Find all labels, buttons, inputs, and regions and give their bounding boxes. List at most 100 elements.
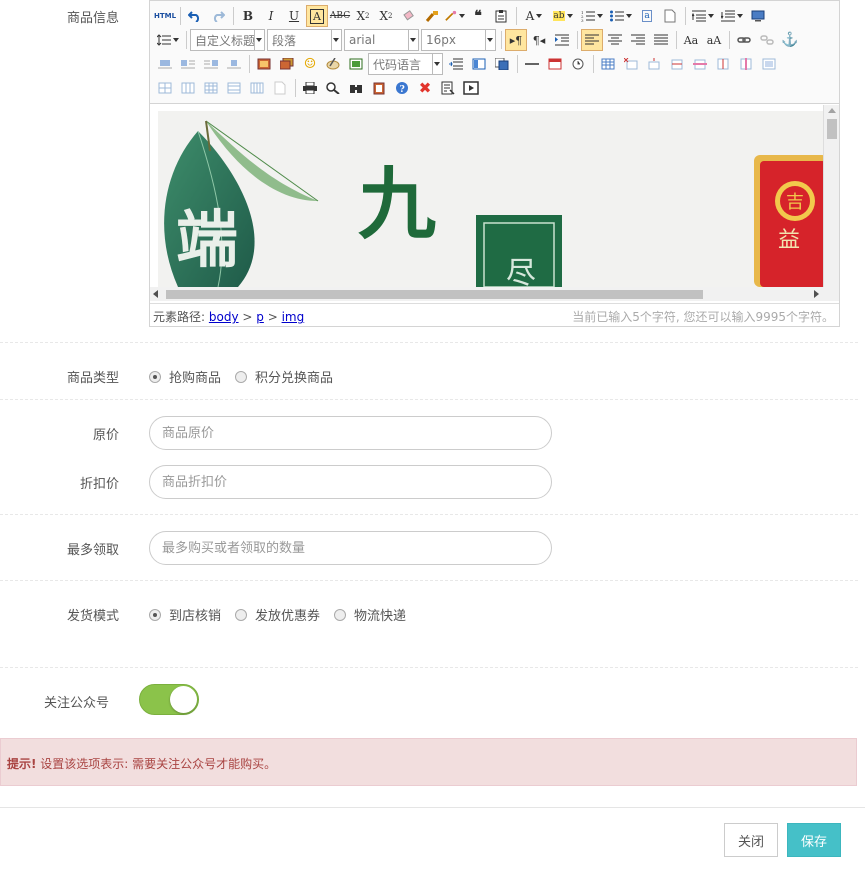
unordered-list-icon[interactable] (607, 5, 635, 27)
image-none-icon[interactable] (154, 53, 176, 75)
delete-table-icon[interactable] (620, 53, 642, 75)
line-height-icon[interactable] (154, 29, 182, 51)
video-icon[interactable] (460, 77, 482, 99)
redo-icon[interactable] (207, 5, 229, 27)
path-body-link[interactable]: body (209, 310, 239, 324)
follow-account-toggle[interactable] (139, 684, 199, 715)
paste-icon[interactable] (269, 77, 291, 99)
original-price-input[interactable] (149, 416, 552, 450)
merge-right-icon[interactable] (154, 77, 176, 99)
editor-vertical-scrollbar[interactable] (823, 105, 839, 287)
paragraph-select[interactable]: 段落 (267, 29, 342, 51)
row-spacing-bottom-icon[interactable] (718, 5, 746, 27)
bold-icon[interactable]: B (237, 5, 259, 27)
row-spacing-top-icon[interactable] (689, 5, 717, 27)
horizontal-rule-icon[interactable] (521, 53, 543, 75)
indent-icon[interactable] (551, 29, 573, 51)
discount-price-input[interactable] (149, 465, 552, 499)
split-rows-icon[interactable] (223, 77, 245, 99)
rich-text-editor[interactable]: HTML B I U A ABC X2 X2 ❝ A ab 123 a 自定义标… (149, 0, 840, 327)
editor-horizontal-scrollbar[interactable] (150, 287, 839, 301)
scroll-up-icon[interactable] (828, 108, 836, 113)
auto-format-icon[interactable] (444, 5, 466, 27)
image-left-icon[interactable] (177, 53, 199, 75)
background-icon[interactable] (491, 53, 513, 75)
font-border-icon[interactable]: A (306, 5, 328, 27)
lowercase-icon[interactable]: aA (703, 29, 725, 51)
underline-icon[interactable]: U (283, 5, 305, 27)
superscript-icon[interactable]: X2 (352, 5, 374, 27)
save-button[interactable]: 保存 (787, 823, 841, 857)
uppercase-icon[interactable]: Aa (680, 29, 702, 51)
scroll-right-icon[interactable] (814, 290, 819, 298)
split-cols-icon[interactable] (246, 77, 268, 99)
max-claim-input[interactable] (149, 531, 552, 565)
insert-frame-icon[interactable] (345, 53, 367, 75)
insert-col-icon[interactable] (712, 53, 734, 75)
insert-table-icon[interactable] (597, 53, 619, 75)
code-language-select[interactable]: 代码语言 (368, 53, 443, 75)
path-img-link[interactable]: img (282, 310, 305, 324)
html-source-button[interactable]: HTML (154, 5, 176, 27)
heading-select[interactable]: 自定义标题 (190, 29, 265, 51)
insert-para-before-table-icon[interactable] (643, 53, 665, 75)
image-center-icon[interactable] (223, 53, 245, 75)
scrawl-icon[interactable] (322, 53, 344, 75)
unlink-icon[interactable] (756, 29, 778, 51)
italic-icon[interactable]: I (260, 5, 282, 27)
insert-image-icon[interactable] (253, 53, 275, 75)
align-justify-icon[interactable] (650, 29, 672, 51)
goods-type-points-radio[interactable]: 积分兑换商品 (235, 367, 333, 386)
highlight-color-icon[interactable]: ab (549, 5, 577, 27)
select-all-icon[interactable]: a (636, 5, 658, 27)
ordered-list-icon[interactable]: 123 (578, 5, 606, 27)
delete-row-icon[interactable] (689, 53, 711, 75)
align-right-icon[interactable] (627, 29, 649, 51)
rtl-direction-icon[interactable]: ¶◂ (528, 29, 550, 51)
editor-content-area[interactable]: 九 端 尽 吉 益 (150, 105, 839, 287)
eraser-icon[interactable] (398, 5, 420, 27)
split-cells-icon[interactable] (200, 77, 222, 99)
multi-image-icon[interactable] (276, 53, 298, 75)
form-edit-icon[interactable] (437, 77, 459, 99)
merge-down-icon[interactable] (177, 77, 199, 99)
align-left-icon[interactable] (581, 29, 603, 51)
align-center-icon[interactable] (604, 29, 626, 51)
subscript-icon[interactable]: X2 (375, 5, 397, 27)
undo-icon[interactable] (184, 5, 206, 27)
search-replace-icon[interactable] (345, 77, 367, 99)
merge-cells-icon[interactable] (758, 53, 780, 75)
font-family-select[interactable]: arial (344, 29, 419, 51)
delivery-coupon-radio[interactable]: 发放优惠券 (235, 605, 320, 624)
font-size-select[interactable]: 16px (421, 29, 496, 51)
scroll-left-icon[interactable] (153, 290, 158, 298)
preview-icon[interactable] (322, 77, 344, 99)
blockquote-icon[interactable]: ❝ (467, 5, 489, 27)
insert-row-icon[interactable] (666, 53, 688, 75)
close-button[interactable]: 关闭 (724, 823, 778, 857)
ltr-direction-icon[interactable]: ▸¶ (505, 29, 527, 51)
delivery-store-pickup-radio[interactable]: 到店核销 (149, 605, 221, 624)
delivery-express-radio[interactable]: 物流快递 (334, 605, 406, 624)
fullscreen-icon[interactable] (747, 5, 769, 27)
goods-type-flash-sale-radio[interactable]: 抢购商品 (149, 367, 221, 386)
paste-plain-icon[interactable] (490, 5, 512, 27)
template-icon[interactable] (468, 53, 490, 75)
date-icon[interactable] (544, 53, 566, 75)
xiumi-icon[interactable]: ✖ (414, 77, 436, 99)
clear-doc-icon[interactable] (659, 5, 681, 27)
page-break-icon[interactable] (445, 53, 467, 75)
delete-col-icon[interactable] (735, 53, 757, 75)
image-right-icon[interactable] (200, 53, 222, 75)
strikethrough-icon[interactable]: ABC (329, 5, 351, 27)
print-icon[interactable] (299, 77, 321, 99)
anchor-icon[interactable]: ⚓ (779, 29, 801, 51)
time-icon[interactable] (567, 53, 589, 75)
font-color-icon[interactable]: A (520, 5, 548, 27)
drafts-icon[interactable] (368, 77, 390, 99)
link-icon[interactable] (733, 29, 755, 51)
format-brush-icon[interactable] (421, 5, 443, 27)
path-p-link[interactable]: p (256, 310, 264, 324)
help-icon[interactable]: ? (391, 77, 413, 99)
emotion-icon[interactable]: ☺ (299, 53, 321, 75)
